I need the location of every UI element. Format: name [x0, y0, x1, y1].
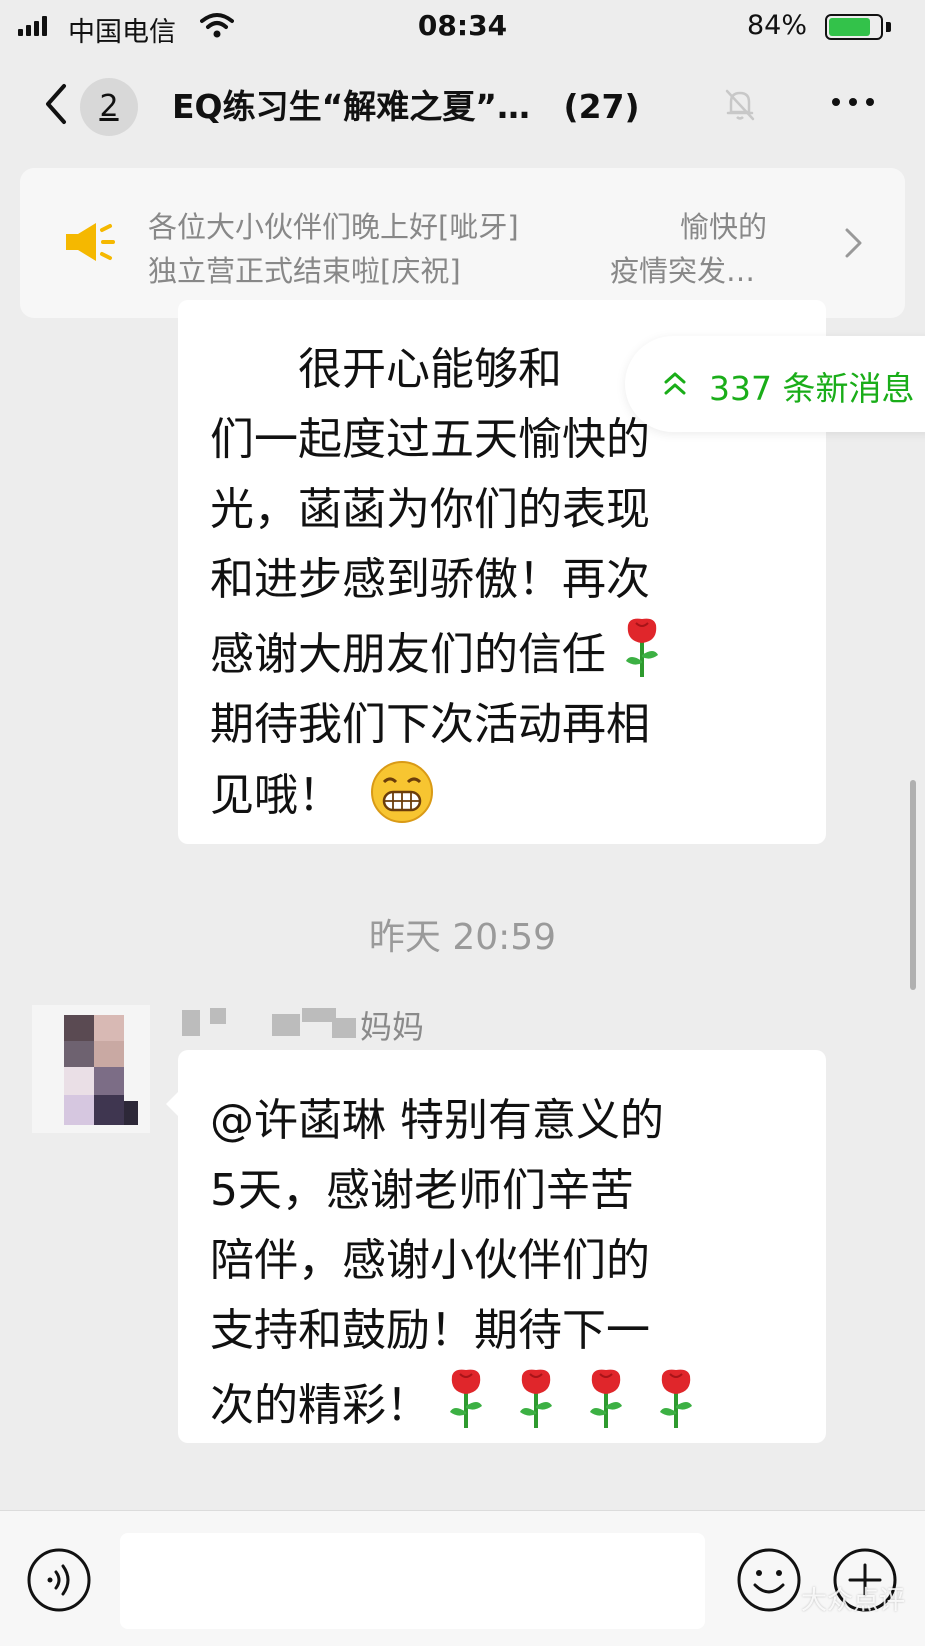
- double-chevron-up-icon: [664, 372, 686, 395]
- chat-title[interactable]: EQ练习生“解难之夏”… (27): [172, 80, 640, 128]
- rose-emoji-icon: [660, 1369, 692, 1428]
- smiley-icon[interactable]: [736, 1547, 802, 1613]
- rose-emoji-icon: [450, 1369, 482, 1428]
- announcement-line1: 各位大小伙伴们晚上好[呲牙]: [148, 210, 519, 244]
- message-line: 光，菡菡为你们的表现: [210, 484, 650, 535]
- message-line: 见哦！: [210, 770, 342, 821]
- group-name: EQ练习生“解难之夏”…: [172, 87, 530, 126]
- message-timestamp: 昨天 20:59: [368, 917, 557, 958]
- message-input[interactable]: [120, 1533, 705, 1629]
- chat-nav-bar: 2 EQ练习生“解难之夏”… (27): [0, 60, 925, 148]
- member-count: (27): [563, 87, 640, 126]
- chevron-left-icon[interactable]: [38, 82, 78, 126]
- message-line: 期待我们下次活动再相: [210, 699, 650, 750]
- speaker-icon: [66, 223, 115, 261]
- grin-emoji-icon: [371, 761, 433, 823]
- message-line: 和进步感到骄傲！再次: [210, 554, 650, 605]
- unread-count-badge[interactable]: 2: [80, 78, 138, 136]
- rose-emoji-icon: [626, 618, 658, 677]
- status-bar: 中国电信 08:34 84%: [0, 0, 925, 52]
- message-line: 感谢大朋友们的信任: [210, 629, 606, 680]
- message-line: 支持和鼓励！期待下一: [210, 1305, 650, 1356]
- battery-percent: 84%: [746, 10, 807, 41]
- new-messages-label: 337 条新消息: [709, 369, 915, 408]
- ellipsis-icon[interactable]: [832, 98, 874, 106]
- avatar[interactable]: [32, 1005, 150, 1133]
- rose-emoji-icon: [590, 1369, 622, 1428]
- message-line: 陪伴，感谢小伙伴们的: [210, 1235, 650, 1286]
- message-line: 次的精彩！: [210, 1380, 430, 1431]
- announcement-line1-tail: 愉快的: [680, 210, 768, 244]
- sender-label: 妈妈: [360, 1008, 425, 1046]
- message-line: 5天，感谢老师们辛苦: [210, 1165, 634, 1216]
- battery-icon: [825, 14, 883, 40]
- input-bar: [0, 1510, 925, 1646]
- group-announcement[interactable]: 各位大小伙伴们晚上好[呲牙] 愉快的 独立营正式结束啦[庆祝] 疫情突发…: [20, 168, 905, 318]
- scrollbar[interactable]: [910, 780, 916, 990]
- bell-slash-icon: [725, 89, 755, 121]
- new-messages-button[interactable]: 337 条新消息: [625, 336, 925, 432]
- voice-icon[interactable]: [26, 1547, 92, 1613]
- announcement-line2: 独立营正式结束啦[庆祝]: [148, 254, 461, 288]
- chevron-right-icon: [845, 228, 862, 258]
- watermark: 大众点评: [800, 1586, 905, 1616]
- announcement-line2-tail: 疫情突发…: [610, 254, 756, 288]
- rose-emoji-icon: [520, 1369, 552, 1428]
- battery-tip: [886, 22, 891, 32]
- message-bubble[interactable]: @许菡琳 特别有意义的 5天，感谢老师们辛苦 陪伴，感谢小伙伴们的 支持和鼓励！…: [166, 1050, 826, 1443]
- message-line: @许菡琳 特别有意义的: [210, 1095, 664, 1146]
